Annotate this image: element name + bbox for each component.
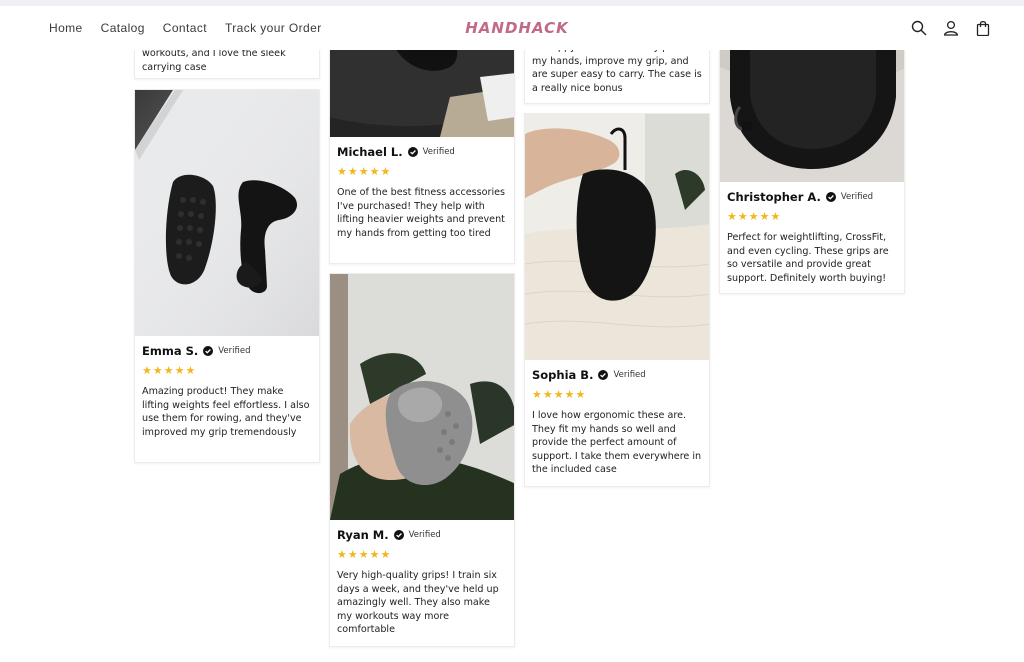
review-text: One of the best fitness accessories I've… xyxy=(337,187,506,239)
case-photo-illustration xyxy=(330,37,514,137)
search-icon[interactable] xyxy=(911,20,927,36)
verified-check-icon xyxy=(407,147,418,157)
star-rating: ★★★★★ xyxy=(142,364,197,377)
review-photo xyxy=(330,37,514,137)
verified-check-icon xyxy=(598,370,609,380)
review-photo xyxy=(720,37,904,182)
review-photo xyxy=(330,274,514,520)
review-card-michael: Michael L. Verified ★★★★★ One of the bes… xyxy=(329,36,515,264)
site-header: Home Catalog Contact Track your Order HA… xyxy=(0,6,1024,50)
reviews-masonry: workouts, and I love the sleek carrying … xyxy=(0,0,1024,662)
reviewer-name: Michael L. xyxy=(337,145,403,159)
star-rating: ★★★★★ xyxy=(337,548,392,561)
reviewer-name: Christopher A. xyxy=(727,190,821,204)
review-text: workouts, and I love the sleek carrying … xyxy=(142,48,286,73)
verified-check-icon xyxy=(393,530,404,540)
nav-track-order-link[interactable]: Track your Order xyxy=(225,21,322,35)
grip-hand-photo-illustration xyxy=(330,274,514,520)
verified-label: Verified xyxy=(613,370,646,380)
verified-check-icon xyxy=(825,192,836,202)
verified-label: Verified xyxy=(422,147,455,157)
reviewer-name: Emma S. xyxy=(142,344,199,358)
reviewer-name: Ryan M. xyxy=(337,528,389,542)
review-text: I love how ergonomic these are. They fit… xyxy=(532,410,702,476)
review-photo xyxy=(525,114,709,360)
star-rating: ★★★★★ xyxy=(727,210,782,223)
grip-photo-illustration xyxy=(135,90,319,336)
review-card-sophia: Sophia B. Verified ★★★★★ I love how ergo… xyxy=(524,113,710,487)
header-icons xyxy=(911,6,991,50)
review-photo xyxy=(135,90,319,336)
open-case-photo-illustration xyxy=(720,37,904,182)
review-card-ryan: Ryan M. Verified ★★★★★ Very high-quality… xyxy=(329,273,515,647)
verified-label: Verified xyxy=(840,192,874,202)
star-rating: ★★★★★ xyxy=(337,165,392,178)
review-text: Amazing product! They make lifting weigh… xyxy=(142,386,310,438)
verified-label: Verified xyxy=(218,346,251,356)
case-hand-photo-illustration xyxy=(525,114,709,360)
review-card-emma: Emma S. Verified ★★★★★ Amazing product! … xyxy=(134,89,320,463)
account-icon[interactable] xyxy=(943,20,959,36)
brand-logo[interactable]: HANDHACK xyxy=(455,18,579,38)
review-card-christopher: Christopher A. Verified ★★★★★ Perfect fo… xyxy=(719,36,905,294)
nav-contact-link[interactable]: Contact xyxy=(163,21,207,35)
nav-catalog-link[interactable]: Catalog xyxy=(101,21,145,35)
verified-check-icon xyxy=(203,346,214,356)
review-text: Perfect for weightlifting, CrossFit, and… xyxy=(727,232,889,284)
verified-label: Verified xyxy=(408,530,441,540)
cart-icon[interactable] xyxy=(975,20,991,36)
review-text: Very high-quality grips! I train six day… xyxy=(337,570,499,636)
main-nav: Home Catalog Contact Track your Order xyxy=(49,6,322,50)
nav-home-link[interactable]: Home xyxy=(49,21,83,35)
reviewer-name: Sophia B. xyxy=(532,368,594,382)
star-rating: ★★★★★ xyxy=(532,388,587,401)
